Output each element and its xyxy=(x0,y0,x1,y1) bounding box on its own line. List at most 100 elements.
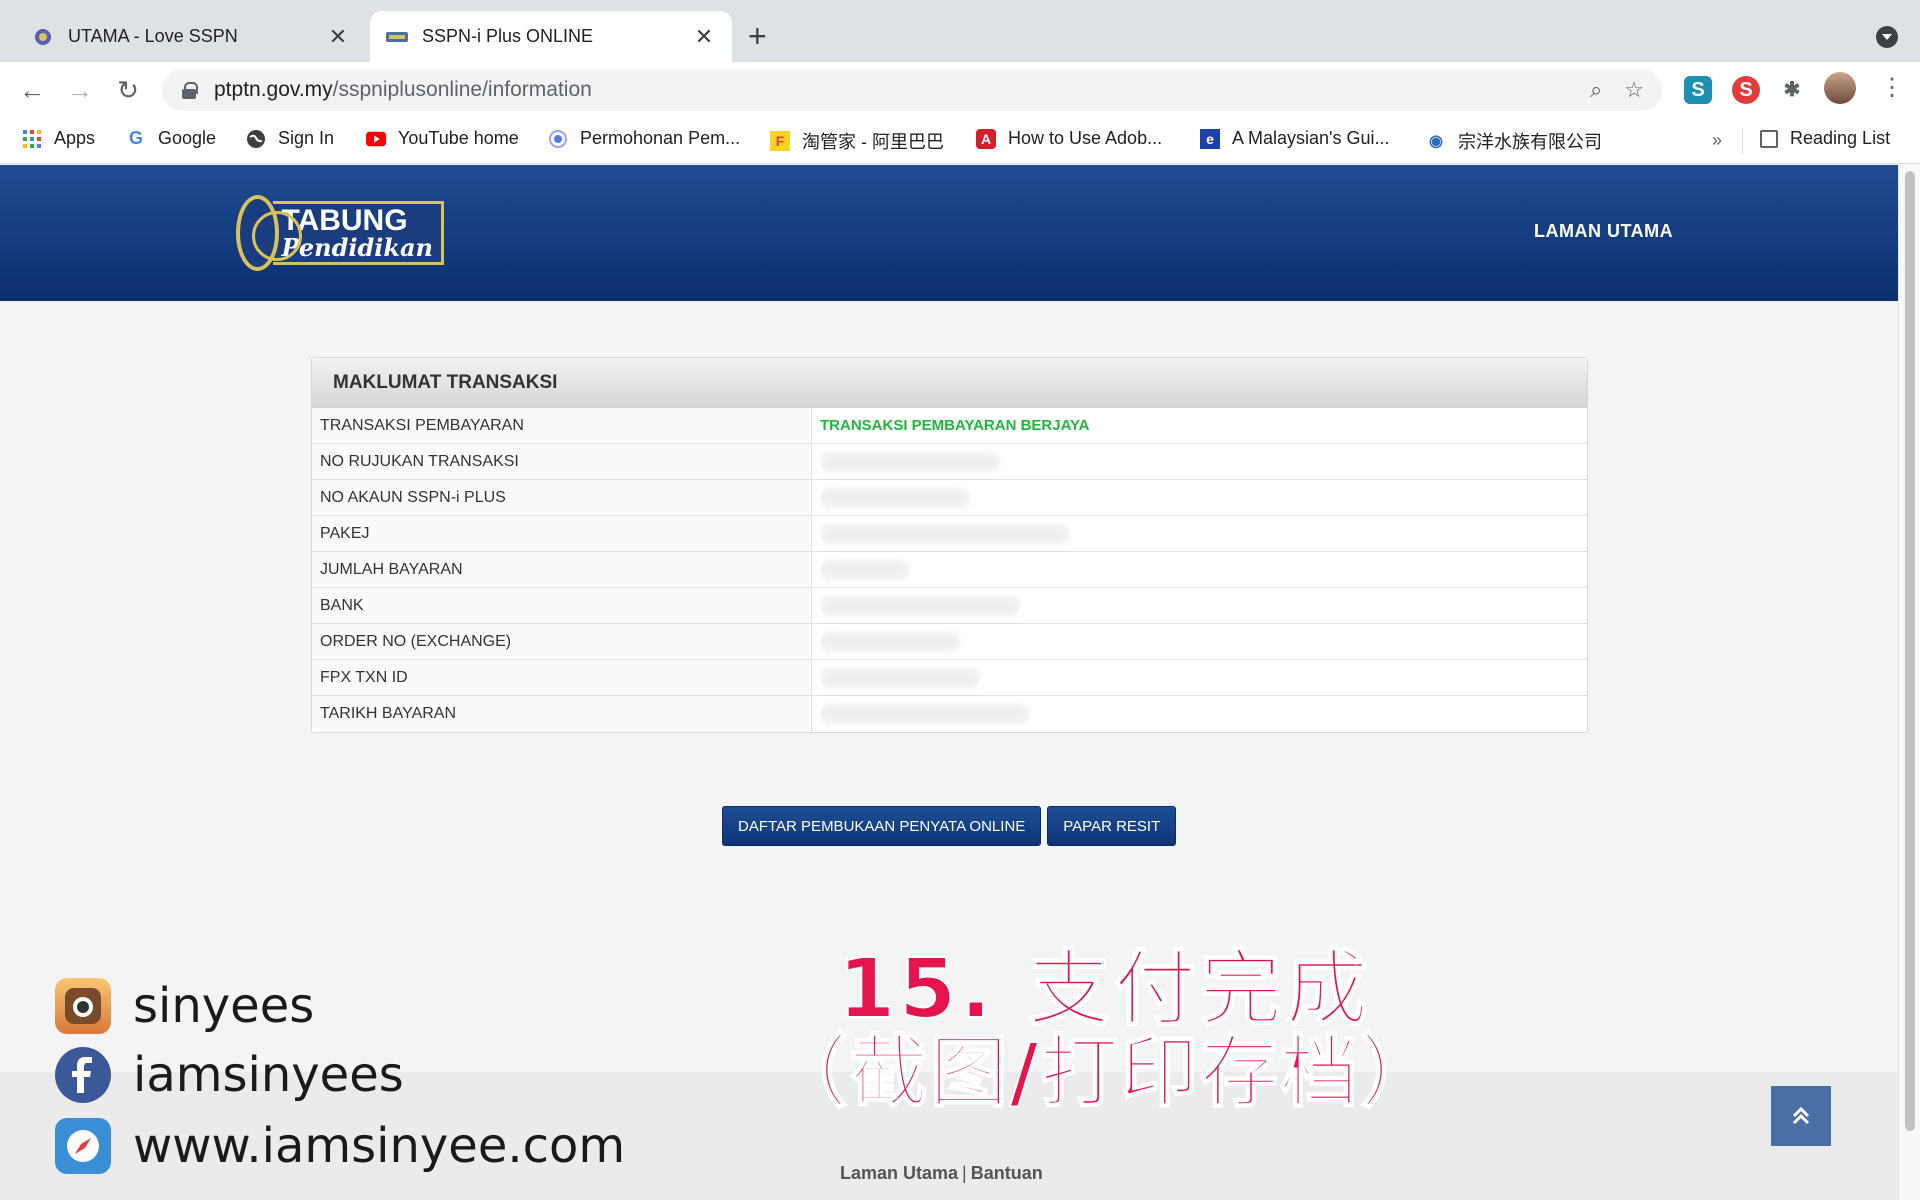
bookmark-taobao[interactable]: F 淘管家 - 阿里巴巴 xyxy=(770,128,944,154)
nav-laman-utama-link[interactable]: LAMAN UTAMA xyxy=(1534,221,1673,242)
browser-toolbar: ← → ↻ ptptn.gov.my/sspniplusonline/infor… xyxy=(0,62,1920,118)
view-receipt-button[interactable]: PAPAR RESIT xyxy=(1047,806,1177,846)
redacted-value xyxy=(812,660,1587,695)
taobao-icon: F xyxy=(770,131,790,151)
bookmarks-divider xyxy=(1742,128,1743,154)
footer-links: Laman Utama | Bantuan xyxy=(840,1163,1043,1184)
double-chevron-up-icon xyxy=(1792,1106,1810,1125)
footer-help-link[interactable]: Bantuan xyxy=(971,1163,1043,1183)
reading-list-label: Reading List xyxy=(1790,128,1891,148)
site-header: TABUNG Pendidikan LAMAN UTAMA xyxy=(0,165,1898,301)
bookmark-label: How to Use Adob... xyxy=(1008,128,1163,148)
bookmark-youtube[interactable]: YouTube home xyxy=(366,128,519,149)
reload-icon[interactable]: ↻ xyxy=(110,72,146,108)
table-row: TRANSAKSI PEMBAYARAN TRANSAKSI PEMBAYARA… xyxy=(312,408,1587,444)
redacted-value xyxy=(812,444,1587,479)
tab-search-chevron-icon[interactable] xyxy=(1876,26,1898,48)
step-caption-line2: （截图/打印存档） xyxy=(769,1027,1441,1119)
browser-menu-icon[interactable]: ⋮ xyxy=(1880,74,1904,102)
action-buttons: DAFTAR PEMBUKAAN PENYATA ONLINE PAPAR RE… xyxy=(722,806,1177,846)
redacted-value xyxy=(812,552,1587,587)
bookmark-star-icon[interactable]: ☆ xyxy=(1624,77,1644,103)
globe-icon xyxy=(246,129,266,149)
browser-tab-sspn-online[interactable]: SSPN-i Plus ONLINE ✕ xyxy=(370,11,732,62)
reading-list-icon xyxy=(1760,129,1778,148)
bookmark-label: 宗洋水族有限公司 xyxy=(1458,132,1602,152)
website-handle: www.iamsinyee.com xyxy=(55,1118,625,1174)
table-row: BANK xyxy=(312,588,1587,624)
eye-icon: ◉ xyxy=(1429,133,1443,150)
redacted-value xyxy=(812,588,1587,623)
ptptn-seal-icon xyxy=(236,195,303,271)
bookmark-permohonan[interactable]: Permohonan Pem... xyxy=(548,128,740,149)
apps-grid-icon xyxy=(22,129,42,149)
logo-word-pendidikan: Pendidikan xyxy=(281,233,433,262)
tab-title: SSPN-i Plus ONLINE xyxy=(422,26,594,46)
sspn-favicon-icon xyxy=(32,26,54,48)
row-label: ORDER NO (EXCHANGE) xyxy=(312,624,812,659)
bookmark-apps[interactable]: Apps xyxy=(22,128,95,149)
bookmark-google[interactable]: G Google xyxy=(126,128,216,149)
footer-separator: | xyxy=(962,1163,967,1183)
scrollbar-thumb[interactable] xyxy=(1905,171,1915,1131)
safari-compass-icon xyxy=(55,1118,111,1174)
back-arrow-icon[interactable]: ← xyxy=(14,72,50,108)
instagram-icon xyxy=(55,978,111,1034)
row-label: TARIKH BAYARAN xyxy=(312,696,812,732)
forward-arrow-icon[interactable]: → xyxy=(62,72,98,108)
page-scrollbar[interactable] xyxy=(1898,165,1920,1200)
url-text: ptptn.gov.my/sspniplusonline/information xyxy=(214,78,592,102)
bookmarks-bar: Apps G Google Sign In YouTube home Permo… xyxy=(0,118,1920,164)
extension-s-icon[interactable]: S xyxy=(1684,76,1712,104)
zoom-icon[interactable]: ⌕ xyxy=(1590,77,1602,103)
new-tab-plus-icon[interactable]: + xyxy=(748,20,767,52)
table-row: NO RUJUKAN TRANSAKSI xyxy=(312,444,1587,480)
browser-tabstrip: UTAMA - Love SSPN ✕ SSPN-i Plus ONLINE ✕… xyxy=(0,0,1920,62)
footer-home-link[interactable]: Laman Utama xyxy=(840,1163,958,1183)
panel-title: MAKLUMAT TRANSAKSI xyxy=(312,358,1587,408)
bookmark-aquarium[interactable]: ◉ 宗洋水族有限公司 xyxy=(1426,128,1602,154)
extensions-puzzle-icon[interactable]: ✱ xyxy=(1778,76,1806,104)
e-icon: e xyxy=(1200,128,1220,149)
table-row: ORDER NO (EXCHANGE) xyxy=(312,624,1587,660)
register-statement-button[interactable]: DAFTAR PEMBUKAAN PENYATA ONLINE xyxy=(722,806,1042,846)
row-label: NO RUJUKAN TRANSAKSI xyxy=(312,444,812,479)
logo-word-tabung: TABUNG xyxy=(281,204,408,237)
bookmark-label: Google xyxy=(158,128,217,148)
close-tab-icon[interactable]: ✕ xyxy=(692,24,716,50)
tab-title: UTAMA - Love SSPN xyxy=(68,26,238,46)
table-row: JUMLAH BAYARAN xyxy=(312,552,1587,588)
table-row: NO AKAUN SSPN-i PLUS xyxy=(312,480,1587,516)
payment-status-value: TRANSAKSI PEMBAYARAN BERJAYA xyxy=(820,417,1090,434)
bookmark-sign-in[interactable]: Sign In xyxy=(246,128,334,149)
close-tab-icon[interactable]: ✕ xyxy=(326,24,350,50)
reading-list-button[interactable]: Reading List xyxy=(1760,128,1890,149)
extension-s-red-icon[interactable]: S xyxy=(1732,76,1760,104)
transaction-info-panel: MAKLUMAT TRANSAKSI TRANSAKSI PEMBAYARAN … xyxy=(311,357,1588,733)
tabung-pendidikan-logo[interactable]: TABUNG Pendidikan xyxy=(236,195,444,271)
bookmark-label: 淘管家 - 阿里巴巴 xyxy=(802,132,944,152)
scroll-to-top-button[interactable] xyxy=(1771,1086,1831,1146)
bookmark-label: A Malaysian's Gui... xyxy=(1232,128,1390,148)
table-row: FPX TXN ID xyxy=(312,660,1587,696)
bookmark-adobe[interactable]: A How to Use Adob... xyxy=(976,128,1162,149)
url-path: /sspniplusonline/information xyxy=(332,78,592,101)
bookmark-label: Permohonan Pem... xyxy=(580,128,741,148)
row-label: NO AKAUN SSPN-i PLUS xyxy=(312,480,812,515)
facebook-icon xyxy=(55,1047,111,1103)
bookmarks-overflow-chevron-icon[interactable]: » xyxy=(1712,130,1722,151)
address-bar[interactable]: ptptn.gov.my/sspniplusonline/information… xyxy=(162,69,1662,111)
profile-avatar[interactable] xyxy=(1824,72,1856,104)
redacted-value xyxy=(812,480,1587,515)
redacted-value xyxy=(812,696,1587,732)
row-label: TRANSAKSI PEMBAYARAN xyxy=(312,408,812,443)
row-label: PAKEJ xyxy=(312,516,812,551)
website-text: www.iamsinyee.com xyxy=(133,1118,626,1174)
bookmark-malaysian-guide[interactable]: e A Malaysian's Gui... xyxy=(1200,128,1390,149)
table-row: TARIKH BAYARAN xyxy=(312,696,1587,732)
google-icon: G xyxy=(128,128,143,148)
bookmark-label: YouTube home xyxy=(398,128,519,148)
browser-tab-utama[interactable]: UTAMA - Love SSPN ✕ xyxy=(16,11,366,62)
lock-icon xyxy=(182,82,198,99)
row-label: JUMLAH BAYARAN xyxy=(312,552,812,587)
